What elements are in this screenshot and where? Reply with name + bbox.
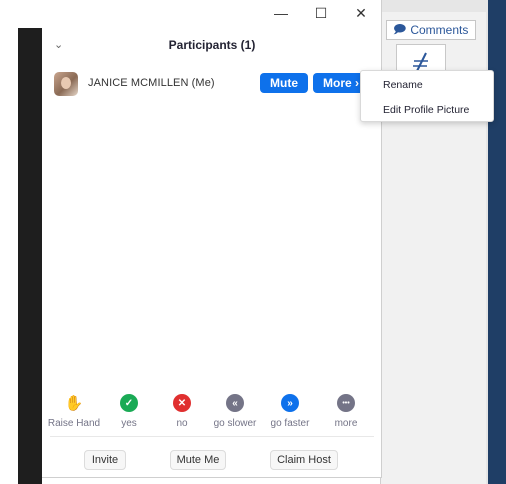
reaction-label: no — [176, 418, 188, 429]
reactions-bar: ✋ Raise Hand ✓ yes ✕ no « go slower » go… — [42, 394, 382, 434]
minimize-icon: — — [274, 5, 288, 21]
avatar — [54, 72, 78, 96]
maximize-button[interactable]: ☐ — [301, 0, 341, 26]
check-icon: ✓ — [120, 394, 138, 412]
participant-row[interactable]: JANICE MCMILLEN (Me) Mute More › — [42, 70, 382, 98]
claim-host-button[interactable]: Claim Host — [270, 450, 338, 470]
close-icon: ✕ — [355, 4, 367, 21]
go-slower-icon: « — [226, 394, 244, 412]
background-dark-strip — [18, 28, 42, 484]
mute-me-button[interactable]: Mute Me — [170, 450, 226, 470]
participants-header: ⌄ Participants (1) — [42, 34, 382, 58]
reaction-go-slower[interactable]: « go slower — [205, 394, 265, 429]
comments-button[interactable]: 🗩 Comments — [386, 20, 476, 40]
participants-window: — ☐ ✕ ⌄ Participants (1) JANICE MCMILLEN… — [42, 0, 382, 478]
reaction-label: go faster — [270, 418, 310, 429]
window-controls: — ☐ ✕ — [261, 0, 381, 26]
raise-hand-icon: ✋ — [64, 395, 84, 412]
maximize-icon: ☐ — [314, 4, 328, 21]
minimize-button[interactable]: — — [261, 0, 301, 26]
reaction-raise-hand[interactable]: ✋ Raise Hand — [44, 394, 104, 429]
close-button[interactable]: ✕ — [341, 0, 381, 26]
participant-name: JANICE MCMILLEN (Me) — [88, 77, 215, 89]
reaction-label: go slower — [213, 418, 257, 429]
mute-button[interactable]: Mute — [260, 73, 308, 93]
go-faster-icon: » — [281, 394, 299, 412]
reaction-label: more — [334, 418, 358, 429]
more-context-menu: Rename Edit Profile Picture — [360, 70, 494, 122]
reaction-go-faster[interactable]: » go faster — [260, 394, 320, 429]
menu-item-edit-profile-picture[interactable]: Edit Profile Picture — [383, 104, 469, 116]
comments-label: Comments — [410, 23, 469, 37]
reaction-no[interactable]: ✕ no — [152, 394, 212, 429]
divider — [50, 436, 374, 437]
x-icon: ✕ — [173, 394, 191, 412]
reaction-more[interactable]: ••• more — [316, 394, 376, 429]
reaction-yes[interactable]: ✓ yes — [99, 394, 159, 429]
comment-icon: 🗩 — [393, 21, 407, 36]
reaction-label: Raise Hand — [47, 418, 101, 429]
more-dots-icon: ••• — [337, 394, 355, 412]
panel-title: Participants (1) — [168, 38, 256, 52]
reaction-label: yes — [121, 418, 137, 429]
screen: 🗩 Comments — ☐ ✕ ⌄ Participants (1) JANI… — [0, 0, 506, 484]
invite-button[interactable]: Invite — [84, 450, 126, 470]
menu-item-rename[interactable]: Rename — [383, 79, 423, 91]
